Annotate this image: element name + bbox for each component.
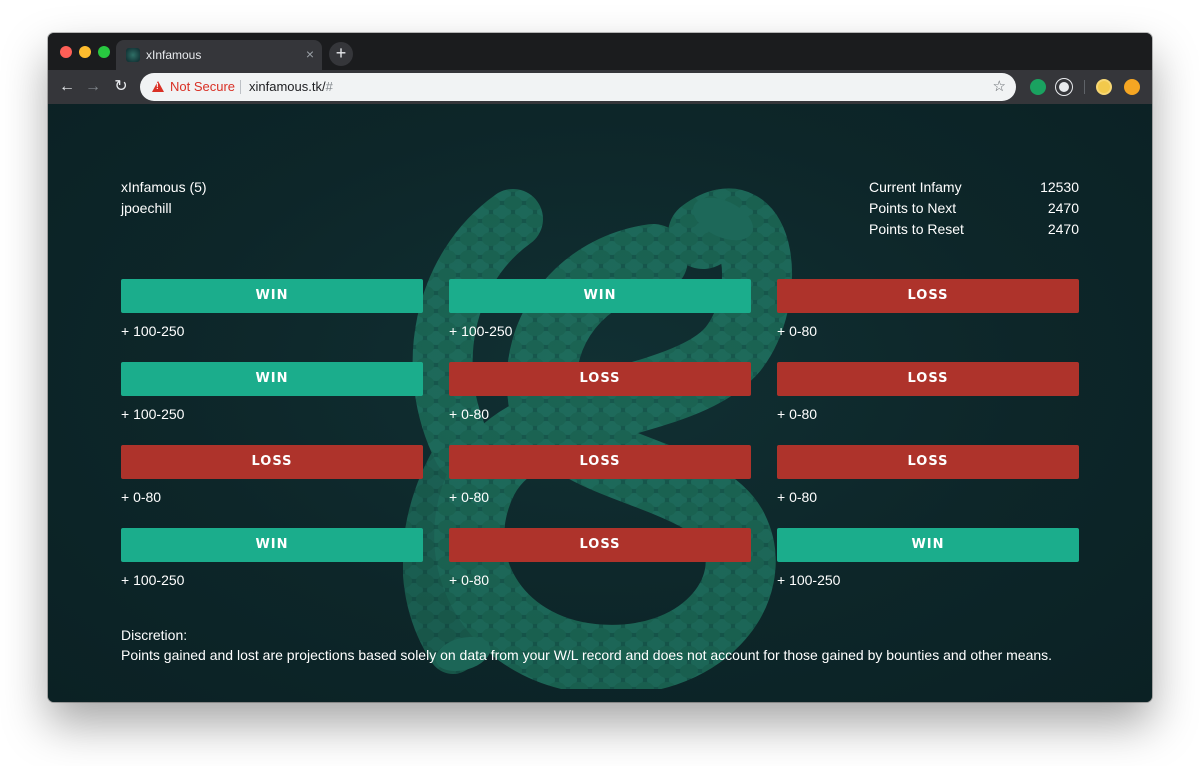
points-range: + 0-80 <box>449 406 490 422</box>
url-path: # <box>325 79 333 94</box>
stat-label: Points to Reset <box>869 221 964 237</box>
page-content: xInfamous (5) jpoechill Current Infamy 12… <box>48 104 1152 702</box>
extension-icon[interactable] <box>1124 79 1140 95</box>
reload-icon[interactable]: ↻ <box>110 76 132 98</box>
maximize-window-button[interactable] <box>98 46 110 58</box>
profile-avatar[interactable] <box>1096 79 1112 95</box>
discretion-title: Discretion: <box>121 627 188 643</box>
stat-value: 2470 <box>1047 221 1079 237</box>
extension-icon[interactable] <box>1056 79 1072 95</box>
tab-title: xInfamous <box>146 48 202 62</box>
warning-icon <box>152 81 164 92</box>
win-button[interactable]: WIN <box>449 279 751 313</box>
browser-toolbar: ← → ↻ Not Secure xinfamous.tk/# ☆ <box>48 70 1152 104</box>
favicon-icon <box>126 48 140 62</box>
loss-button[interactable]: LOSS <box>449 528 751 562</box>
user-name: xInfamous (5) <box>121 179 207 195</box>
points-range: + 0-80 <box>777 323 818 339</box>
stat-value: 2470 <box>1047 200 1079 216</box>
loss-button[interactable]: LOSS <box>777 362 1079 396</box>
tab-close-icon[interactable]: × <box>306 46 314 62</box>
back-icon[interactable]: ← <box>56 76 78 98</box>
stat-label: Points to Next <box>869 200 957 216</box>
not-secure-label[interactable]: Not Secure <box>170 79 235 94</box>
browser-tab[interactable]: xInfamous × <box>116 40 322 70</box>
url-host: xinfamous.tk/ <box>249 79 326 94</box>
win-button[interactable]: WIN <box>121 362 423 396</box>
star-icon[interactable]: ☆ <box>993 77 1006 95</box>
close-window-button[interactable] <box>60 46 72 58</box>
address-bar[interactable]: Not Secure xinfamous.tk/# ☆ <box>140 73 1016 101</box>
points-range: + 0-80 <box>449 489 490 505</box>
points-range: + 100-250 <box>449 323 513 339</box>
browser-window: xInfamous × + ← → ↻ Not Secure xinfamous… <box>48 33 1152 702</box>
forward-icon[interactable]: → <box>82 76 104 98</box>
loss-button[interactable]: LOSS <box>449 362 751 396</box>
url-text[interactable]: xinfamous.tk/# <box>249 79 333 94</box>
win-button[interactable]: WIN <box>777 528 1079 562</box>
extension-icon[interactable] <box>1030 79 1046 95</box>
points-range: + 0-80 <box>121 489 162 505</box>
win-button[interactable]: WIN <box>121 279 423 313</box>
loss-button[interactable]: LOSS <box>449 445 751 479</box>
stat-label: Current Infamy <box>869 179 962 195</box>
points-range: + 100-250 <box>121 323 185 339</box>
loss-button[interactable]: LOSS <box>777 279 1079 313</box>
points-range: + 0-80 <box>449 572 490 588</box>
minimize-window-button[interactable] <box>79 46 91 58</box>
loss-button[interactable]: LOSS <box>777 445 1079 479</box>
win-button[interactable]: WIN <box>121 528 423 562</box>
points-range: + 100-250 <box>121 572 185 588</box>
stat-value: 12530 <box>1040 179 1079 195</box>
points-range: + 0-80 <box>777 489 818 505</box>
toolbar-divider <box>1084 80 1085 94</box>
points-range: + 0-80 <box>777 406 818 422</box>
points-range: + 100-250 <box>121 406 185 422</box>
new-tab-button[interactable]: + <box>329 42 353 66</box>
user-subtitle: jpoechill <box>121 200 172 216</box>
omnibox-divider <box>240 80 241 94</box>
points-range: + 100-250 <box>777 572 841 588</box>
title-bar: xInfamous × + <box>48 33 1152 70</box>
discretion-body: Points gained and lost are projections b… <box>121 647 1053 663</box>
loss-button[interactable]: LOSS <box>121 445 423 479</box>
